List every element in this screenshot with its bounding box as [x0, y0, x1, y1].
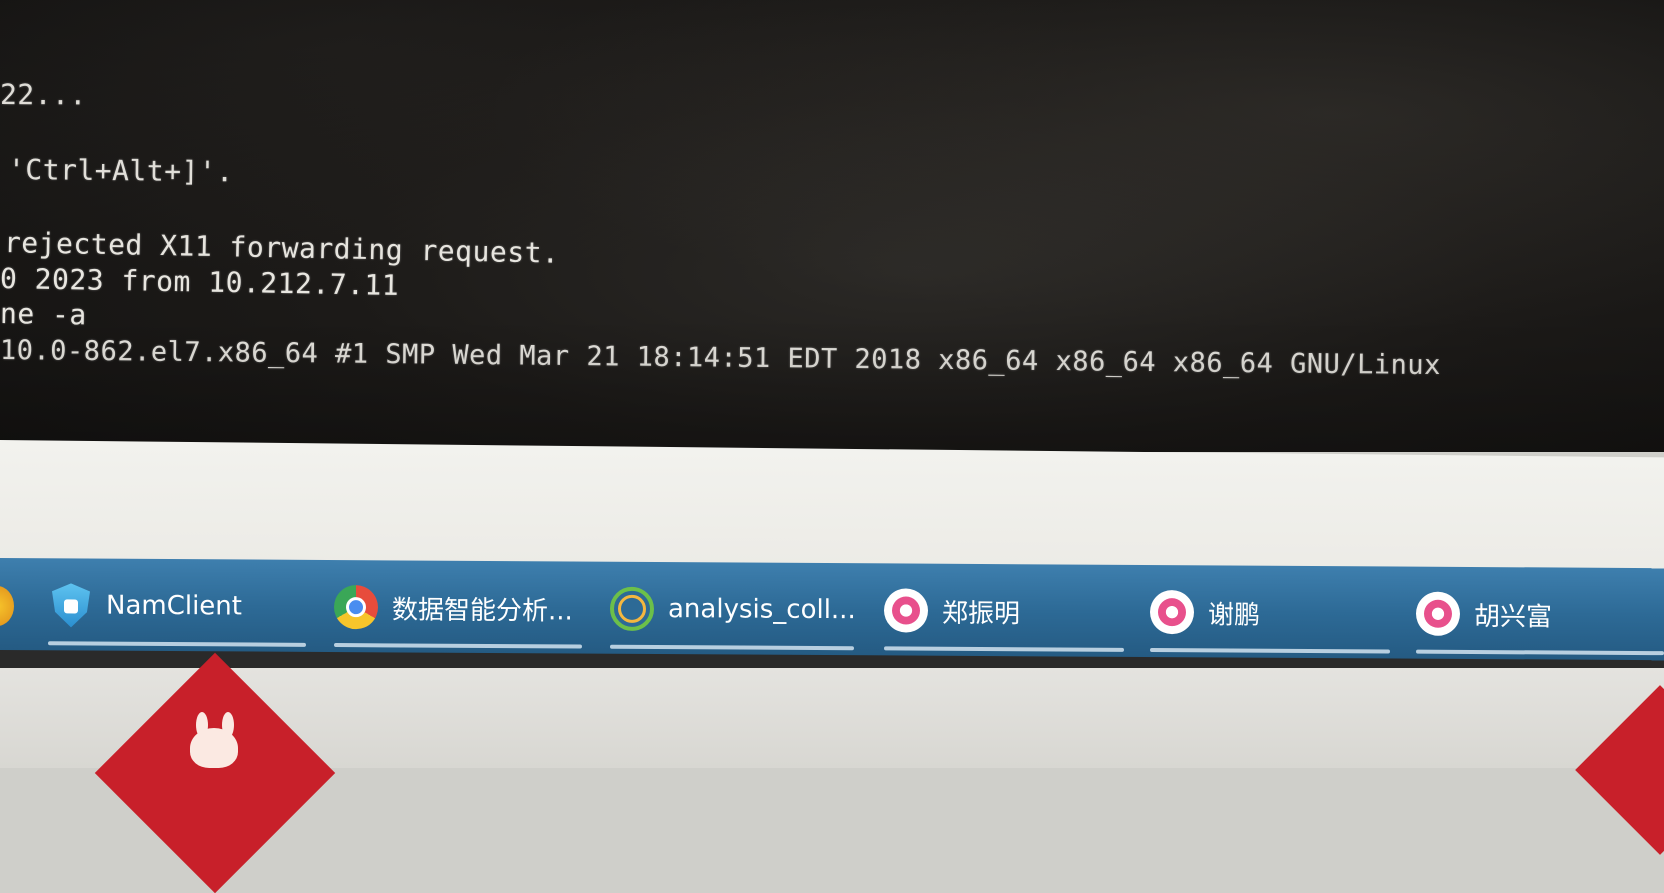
- terminal-line: 'Ctrl+Alt+]'.: [7, 153, 234, 189]
- taskbar-item-label: NamClient: [106, 590, 242, 622]
- shield-icon: [48, 583, 92, 627]
- active-indicator: [610, 644, 854, 651]
- taskbar-item-label: analysis_coll...: [668, 594, 856, 626]
- terminal-line: 10.0-862.el7.x86_64 #1 SMP Wed Mar 21 18…: [0, 335, 1442, 382]
- taskbar-item-chat-3[interactable]: 胡兴富: [1416, 567, 1664, 663]
- terminal-line: 22...: [0, 78, 87, 112]
- taskbar-item-label: 数据智能分析...: [392, 594, 573, 626]
- taskbar-item-label: 郑振明: [942, 598, 1021, 629]
- taskbar-item-label: 谢鹏: [1208, 599, 1261, 631]
- terminal-line: 0 2023 from 10.212.7.11: [0, 262, 400, 302]
- taskbar-item-label: 胡兴富: [1474, 601, 1553, 632]
- taskbar-item-anaconda[interactable]: analysis_coll...: [610, 562, 856, 657]
- taskbar-item-browser[interactable]: 数据智能分析...: [334, 560, 582, 656]
- chat-avatar-icon: [1150, 590, 1194, 635]
- taskbar-item-namclient[interactable]: NamClient: [48, 558, 306, 654]
- terminal-window[interactable]: 22... 'Ctrl+Alt+]'. rejected X11 forward…: [0, 0, 1664, 452]
- anaconda-icon: [610, 586, 654, 631]
- active-indicator: [48, 641, 306, 647]
- active-indicator: [884, 646, 1124, 652]
- terminal-line: ne -a: [0, 297, 88, 332]
- chat-avatar-icon: [1416, 591, 1460, 636]
- taskbar-item-chat-2[interactable]: 谢鹏: [1150, 565, 1390, 660]
- window-lower-area: [0, 440, 1664, 578]
- app-icon[interactable]: [0, 585, 14, 627]
- active-indicator: [1150, 648, 1390, 654]
- rabbit-face-icon: [190, 728, 238, 768]
- chat-avatar-icon: [884, 588, 928, 633]
- active-indicator: [1416, 649, 1664, 656]
- active-indicator: [334, 643, 582, 649]
- chrome-icon: [334, 585, 378, 630]
- taskbar: NamClient 数据智能分析... analysis_coll... 郑振明…: [0, 558, 1664, 663]
- taskbar-item-chat-1[interactable]: 郑振明: [884, 563, 1124, 658]
